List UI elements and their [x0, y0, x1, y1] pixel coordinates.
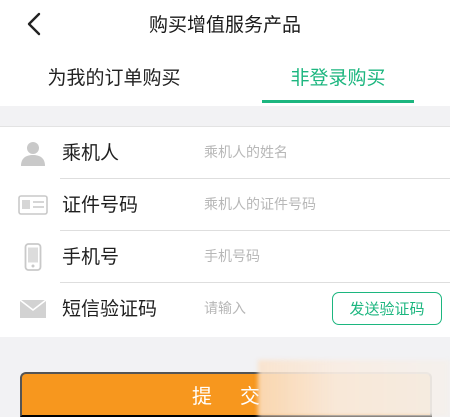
section-gap: [0, 106, 450, 126]
row-passenger: 乘机人: [0, 127, 450, 179]
purchase-tabs: 为我的订单购买 非登录购买: [0, 46, 450, 106]
id-number-label: 证件号码: [62, 194, 139, 216]
row-id-number: 证件号码: [0, 179, 450, 231]
phone-icon: [24, 243, 42, 271]
sms-code-input[interactable]: [204, 297, 314, 321]
row-sms-code: 短信验证码 发送验证码: [0, 283, 450, 335]
passenger-label: 乘机人: [62, 142, 120, 164]
passenger-name-input[interactable]: [204, 141, 404, 165]
sms-code-label: 短信验证码: [62, 298, 158, 320]
row-phone: 手机号: [0, 231, 450, 283]
envelope-icon: [19, 299, 47, 318]
page-title: 购买增值服务产品: [148, 14, 301, 36]
tab-my-order[interactable]: 为我的订单购买: [0, 46, 228, 106]
id-number-input[interactable]: [204, 193, 404, 217]
header-bar: 购买增值服务产品: [0, 0, 450, 46]
active-tab-indicator: [262, 100, 414, 103]
person-icon: [21, 142, 45, 166]
id-card-icon: [18, 195, 48, 215]
tab-guest-purchase[interactable]: 非登录购买: [262, 46, 414, 106]
phone-label: 手机号: [62, 246, 120, 268]
redaction-blur: [258, 360, 450, 417]
send-code-button[interactable]: 发送验证码: [332, 292, 442, 325]
purchase-form: 乘机人 证件号码 手机号: [0, 126, 450, 337]
phone-input[interactable]: [204, 245, 404, 269]
